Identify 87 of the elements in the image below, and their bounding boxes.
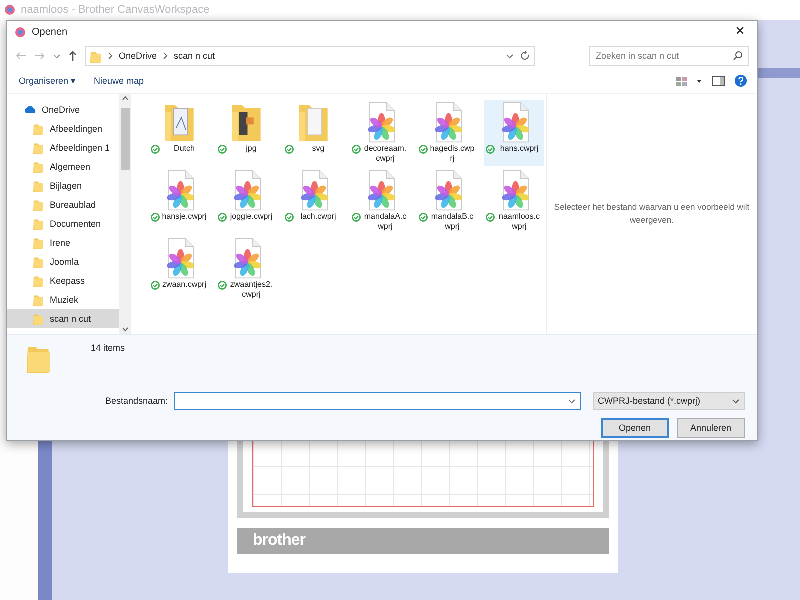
file-item[interactable]: Dutch (149, 100, 209, 166)
refresh-icon[interactable] (520, 51, 530, 61)
breadcrumb[interactable]: scan n cut (174, 51, 216, 61)
file-item[interactable]: mandalaA.cwprj (350, 168, 410, 234)
sidebar-item[interactable]: Bijlagen (7, 176, 119, 195)
sync-check-icon (151, 213, 160, 222)
scroll-up-icon[interactable] (122, 96, 128, 101)
scrollbar[interactable] (119, 94, 131, 334)
folder-icon (33, 122, 44, 134)
folder-icon (33, 142, 44, 154)
folder-icon (33, 294, 44, 306)
caret-icon[interactable] (697, 80, 702, 82)
file-item[interactable]: naamloos.cwprj (484, 168, 544, 234)
breadcrumb[interactable]: OneDrive (119, 51, 158, 61)
new-folder-button[interactable]: Nieuwe map (92, 74, 146, 88)
up-arrow-icon[interactable] (68, 50, 78, 62)
sync-check-icon (151, 145, 160, 154)
sidebar-item[interactable]: Afbeeldingen (7, 119, 119, 138)
sidebar-item[interactable]: OneDrive (7, 100, 119, 119)
preview-hint: Selecteer het bestand waarvan u een voorbeeld wilt weergeven. (553, 201, 751, 227)
file-item[interactable]: jpg (216, 100, 276, 166)
folder-icon (33, 256, 44, 268)
sidebar-item[interactable]: Joomla (7, 252, 119, 271)
file-item[interactable]: svg (283, 100, 343, 166)
folder-icon (33, 236, 44, 248)
open-button[interactable]: Openen (601, 418, 669, 438)
sync-check-icon (151, 281, 160, 290)
help-icon[interactable] (735, 75, 747, 87)
sidebar-item[interactable]: Keepass (7, 271, 119, 290)
folder-icon (33, 312, 44, 324)
folder-icon (33, 274, 44, 286)
file-type-dropdown[interactable]: CWPRJ-bestand (*.cwprj) (593, 392, 745, 410)
app-logo-icon (4, 4, 16, 16)
dialog-title: Openen (32, 26, 68, 38)
folder-icon (33, 218, 44, 230)
filename-label: Bestandsnaam: (105, 396, 168, 406)
sidebar-item[interactable]: Muziek (7, 290, 119, 309)
folder-icon (33, 180, 44, 192)
file-item[interactable]: zwaantjes2.cwprj (216, 236, 276, 302)
sync-check-icon (218, 213, 227, 222)
sync-check-icon (218, 281, 227, 290)
close-button[interactable]: × (732, 23, 749, 41)
app-toolbar (758, 68, 800, 78)
file-item[interactable]: lach.cwprj (283, 168, 343, 234)
sync-check-icon (352, 213, 361, 222)
view-options-icon[interactable] (676, 76, 687, 86)
sync-check-icon (486, 213, 495, 222)
cancel-button[interactable]: Annuleren (677, 418, 745, 438)
filename-field[interactable] (174, 392, 581, 410)
sidebar-item[interactable]: scan n cut (7, 309, 119, 328)
sidebar-item[interactable]: Bureaublad (7, 195, 119, 214)
chevron-icon (163, 52, 168, 60)
sidebar-item[interactable]: Algemeen (7, 157, 119, 176)
file-item[interactable]: mandalaB.cwprj (417, 168, 477, 234)
file-item[interactable]: joggie.cwprj (216, 168, 276, 234)
folder-icon (90, 50, 102, 62)
search-field[interactable]: Zoeken in scan n cut (589, 46, 749, 66)
organize-menu[interactable]: Organiseren ▾ (17, 74, 78, 88)
sidebar-item[interactable]: Irene (7, 233, 119, 252)
cloud-icon (23, 105, 36, 114)
mat-brand-label: brother (253, 532, 306, 550)
sync-check-icon (218, 145, 227, 154)
file-item[interactable]: hagedis.cwprj (417, 100, 477, 166)
address-bar[interactable]: OneDrive scan n cut (85, 46, 535, 66)
app-logo-icon (15, 26, 26, 38)
chevron-icon (108, 52, 113, 60)
folder-icon (33, 198, 44, 210)
sync-check-icon (486, 145, 495, 154)
scrollbar-thumb[interactable] (120, 108, 130, 170)
app-title: naamloos - Brother CanvasWorkspace (21, 4, 210, 16)
sidebar-item[interactable]: Afbeeldingen 1 (7, 138, 119, 157)
sync-check-icon (419, 213, 428, 222)
search-icon (733, 51, 743, 61)
file-item[interactable]: zwaan.cwprj (149, 236, 209, 302)
file-item[interactable]: decoreaam.cwprj (350, 100, 410, 166)
sync-check-icon (419, 145, 428, 154)
caret-icon (732, 398, 740, 404)
file-item[interactable]: hans.cwprj (484, 100, 544, 166)
file-item[interactable]: hansje.cwprj (149, 168, 209, 234)
folder-icon (33, 160, 44, 172)
sidebar-item[interactable]: Documenten (7, 214, 119, 233)
preview-pane-icon[interactable] (712, 76, 725, 86)
sync-check-icon (285, 145, 294, 154)
sync-check-icon (352, 145, 361, 154)
sync-check-icon (285, 213, 294, 222)
scroll-down-icon[interactable] (122, 327, 128, 332)
item-count: 14 items (91, 343, 126, 353)
